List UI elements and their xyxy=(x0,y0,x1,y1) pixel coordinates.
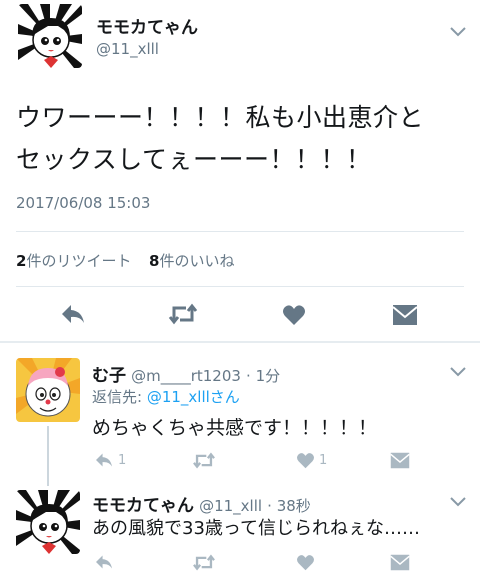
retweets-label: 件のリツイート xyxy=(26,252,132,270)
like-icon[interactable] xyxy=(296,554,315,571)
likes-count: 8 xyxy=(149,252,160,270)
reply-time: · 38秒 xyxy=(267,497,311,515)
reply-to-user-link[interactable]: @11_xlllさん xyxy=(147,388,240,406)
reply-to-label: 返信先: xyxy=(92,388,143,406)
thread-connector xyxy=(47,426,49,486)
avatar[interactable] xyxy=(18,4,82,68)
message-icon[interactable] xyxy=(390,452,410,469)
tweet-timestamp: 2017/06/08 15:03 xyxy=(16,194,151,212)
message-icon[interactable] xyxy=(390,554,410,571)
tweet-text-line1: ウワーーー！！！！私も小出恵介と xyxy=(16,103,425,132)
retweet-icon[interactable] xyxy=(168,303,198,325)
retweets-count: 2 xyxy=(16,252,27,270)
user-handle[interactable]: @m____rt1203 xyxy=(131,367,241,385)
user-handle[interactable]: @11_xlll xyxy=(96,40,159,58)
reply-icon[interactable] xyxy=(94,554,114,570)
like-count: 1 xyxy=(319,453,328,468)
message-icon[interactable] xyxy=(392,304,418,326)
reply-count: 1 xyxy=(118,452,127,468)
reply-time: · 1分 xyxy=(246,367,281,385)
avatar[interactable] xyxy=(16,490,80,554)
display-name[interactable]: モモカてゃん xyxy=(92,496,194,516)
display-name[interactable]: む子 xyxy=(92,366,126,386)
user-handle[interactable]: @11_xlll xyxy=(199,497,262,515)
reply2-header: モモカてゃん @11_xlll · 38秒 xyxy=(92,491,311,516)
like-icon[interactable] xyxy=(282,304,306,326)
retweet-icon[interactable] xyxy=(192,554,216,571)
avatar[interactable] xyxy=(16,358,80,422)
like-icon xyxy=(297,453,314,469)
reply-icon xyxy=(96,453,112,467)
reply-text: あの風貌で33歳って信じられねぇな…… xyxy=(92,518,421,539)
likes-stat[interactable]: 8件のいいね xyxy=(149,252,234,270)
reply-icon[interactable] xyxy=(60,303,86,325)
section-divider xyxy=(0,341,480,343)
chevron-down-icon[interactable] xyxy=(450,27,466,37)
tweet-text-line2: セックスしてぇーーー！！！！ xyxy=(16,145,372,174)
like-action[interactable]: 1 xyxy=(296,452,327,469)
divider xyxy=(16,286,464,287)
reply-action[interactable]: 1 xyxy=(94,452,126,468)
reply-text: めちゃくちゃ共感です！！！！！ xyxy=(92,417,378,439)
tweet-stats: 2件のリツイート 8件のいいね xyxy=(16,250,234,271)
reply-to: 返信先: @11_xlllさん xyxy=(92,386,240,407)
retweets-stat[interactable]: 2件のリツイート xyxy=(16,252,131,270)
display-name[interactable]: モモカてゃん xyxy=(96,13,198,38)
retweet-icon[interactable] xyxy=(192,452,216,469)
likes-label: 件のいいね xyxy=(159,252,235,270)
chevron-down-icon[interactable] xyxy=(450,497,466,507)
chevron-down-icon[interactable] xyxy=(450,367,466,377)
divider xyxy=(16,231,464,232)
reply1-header: む子 @m____rt1203 · 1分 xyxy=(92,361,280,386)
